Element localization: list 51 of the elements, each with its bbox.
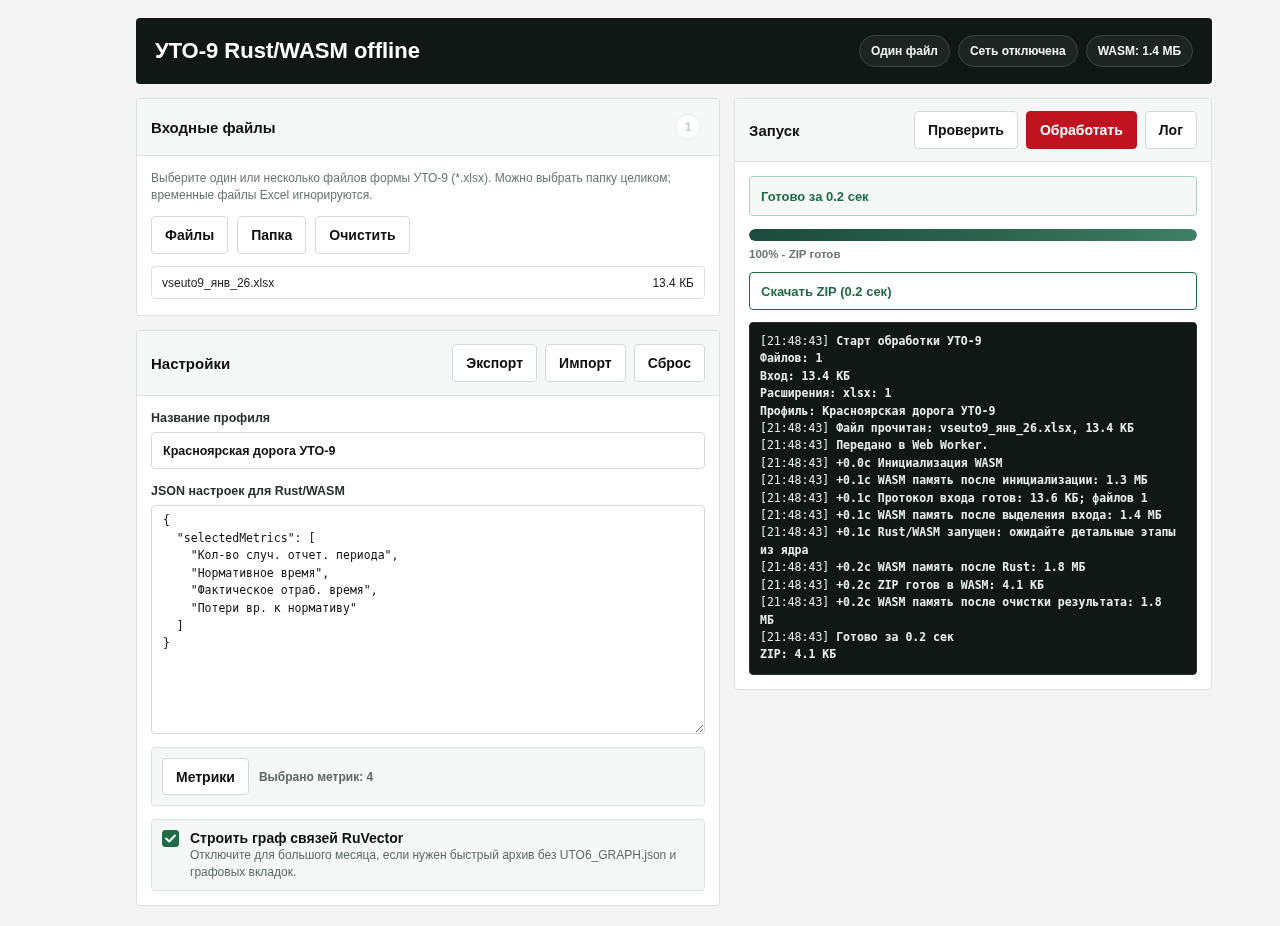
file-size: 13.4 КБ xyxy=(652,275,694,290)
action-button[interactable]: Сброс xyxy=(633,344,705,382)
log-line: [21:48:43] +0.2с ZIP готов в WASM: 4.1 КБ xyxy=(760,576,1045,594)
status-pill: WASM: 1.4 МБ xyxy=(1085,35,1193,67)
log-line: [21:48:43] +0.2с WASM память после Rust: 1.8 МБ xyxy=(760,559,1087,577)
panel-title: Запуск xyxy=(749,121,800,139)
text-input[interactable]: Красноярская дорога УТО-9 xyxy=(151,432,705,469)
checkbox[interactable] xyxy=(162,830,179,847)
status-banner: Готово за 0.2 сек xyxy=(749,176,1197,216)
log-line: [21:48:43] +0.0с Инициализация WASM xyxy=(760,454,1004,472)
file-row[interactable]: vseuto9_янв_26.xlsx 13.4 КБ xyxy=(151,266,705,299)
status-pill: Один файл xyxy=(859,35,950,67)
action-button[interactable]: Импорт xyxy=(545,344,626,382)
action-button[interactable]: Лог xyxy=(1144,111,1197,149)
log-line: [21:48:43] Файл прочитан: vseuto9_янв_26.xlsx, 13.4 КБ xyxy=(760,420,1135,438)
log-line: Вход: 13.4 КБ xyxy=(760,367,851,385)
field-label: JSON настроек для Rust/WASM xyxy=(151,483,346,499)
log-line: [21:48:43] +0.1с WASM память после выделения входа: 1.4 МБ xyxy=(760,507,1163,525)
log-line: [21:48:43] Передано в Web Worker. xyxy=(760,437,990,455)
option-description: Отключите для большого месяца, если нужен быстрый архив без UTO6_GRAPH.json и графовых вкладок. xyxy=(190,847,678,881)
json-editor[interactable]: { "selectedMetrics": [ "Кол-во случ. отчет. периода", "Нормативное время", "Фактическое отраб. время", "Потери вр. к нормативу" ] } xyxy=(151,505,705,734)
action-button[interactable]: Файлы xyxy=(151,216,229,254)
log-line: [21:48:43] +0.1с WASM память после инициализации: 1.3 МБ xyxy=(760,472,1149,490)
panel-title: Настройки xyxy=(151,354,231,372)
app-title: УТО-9 Rust/WASM offline xyxy=(155,38,420,64)
download-button[interactable]: Скачать ZIP (0.2 сек) xyxy=(749,272,1197,310)
file-name: vseuto9_янв_26.xlsx xyxy=(162,275,275,290)
log-line: [21:48:43] Готово за 0.2 сек xyxy=(760,628,955,646)
hint-text: Выберите один или несколько файлов формы УТО-9 (*.xlsx). Можно выбрать папку целиком; временные файлы Excel игнорируются. xyxy=(151,170,672,204)
count-badge: 1 xyxy=(675,114,701,140)
action-button[interactable]: Папка xyxy=(237,216,307,254)
action-button[interactable]: Проверить xyxy=(913,111,1018,149)
log-line: ZIP: 4.1 КБ xyxy=(760,646,838,664)
checkmark-icon xyxy=(165,834,176,843)
log-line: Расширения: xlsx: 1 xyxy=(760,385,893,403)
log-line: [21:48:43] +0.2с WASM память после очистки результата: 1.8 МБ xyxy=(760,594,1163,629)
action-button[interactable]: Метрики xyxy=(162,758,249,795)
primary-button[interactable]: Обработать xyxy=(1025,111,1137,149)
option-title: Строить граф связей RuVector xyxy=(190,829,405,847)
metrics-summary: Выбрано метрик: 4 xyxy=(258,769,374,784)
action-button[interactable]: Очистить xyxy=(315,216,410,254)
log-line: [21:48:43] +0.1с Rust/WASM запущен: ожидайте детальные этапы из ядра xyxy=(760,524,1177,559)
progress-caption: 100% - ZIP готов xyxy=(749,248,842,260)
panel-title: Входные файлы xyxy=(151,118,276,136)
field-label: Название профиля xyxy=(151,410,272,426)
log-line: [21:48:43] +0.1с Протокол входа готов: 13.6 КБ; файлов 1 xyxy=(760,489,1149,507)
log-line: Файлов: 1 xyxy=(760,350,824,368)
log-line: Профиль: Красноярская дорога УТО-9 xyxy=(760,402,997,420)
action-button[interactable]: Экспорт xyxy=(452,344,538,382)
status-pill: Сеть отключена xyxy=(957,35,1078,67)
log-line: [21:48:43] Старт обработки УТО-9 xyxy=(760,333,983,350)
